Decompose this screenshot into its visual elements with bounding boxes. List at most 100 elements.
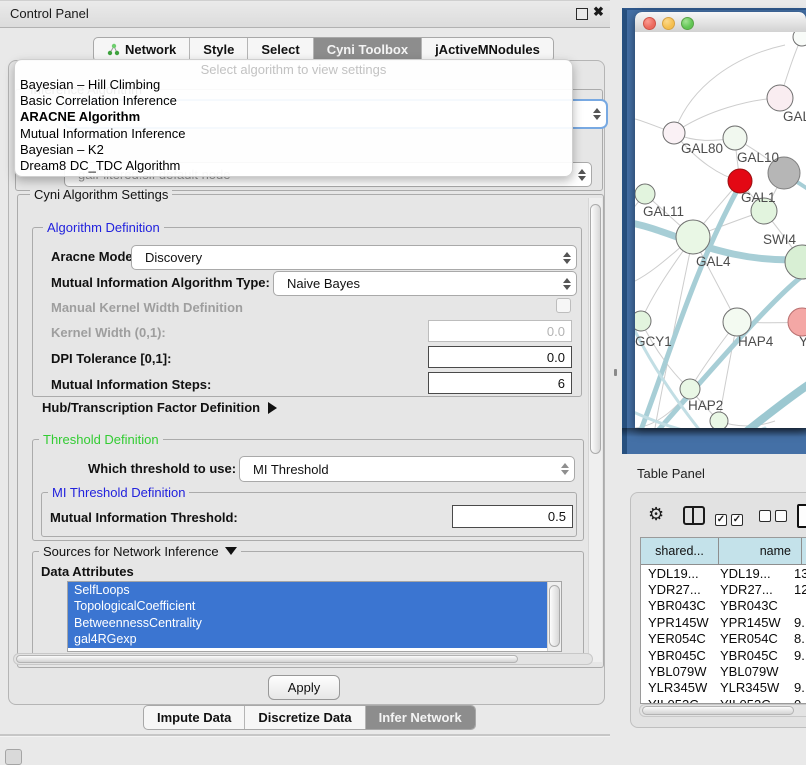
- table-row[interactable]: YDL19...YDL19...13: [641, 565, 806, 581]
- close-window-icon[interactable]: [643, 17, 656, 30]
- node-label: GAL11: [643, 204, 684, 219]
- mi-threshold-field[interactable]: 0.5: [452, 505, 573, 528]
- float-panel-icon[interactable]: [576, 8, 588, 20]
- node-label: GCY1: [635, 334, 672, 349]
- tab-discretize-data[interactable]: Discretize Data: [245, 706, 365, 729]
- sources-title[interactable]: Sources for Network Inference: [39, 544, 241, 559]
- column-header-shared-name[interactable]: shared...: [641, 538, 719, 564]
- tab-style[interactable]: Style: [190, 38, 248, 61]
- table-row[interactable]: YBL079WYBL079W: [641, 663, 806, 679]
- node-hap4[interactable]: [723, 308, 751, 336]
- cyni-algorithm-settings-group: Cyni Algorithm Settings Algorithm Defini…: [17, 194, 604, 668]
- network-graph: GAL GAL80 GAL10 GAL1 GAL11 SWI4 GAL4 GCY…: [635, 32, 806, 428]
- list-item-selected[interactable]: SelfLoops: [68, 582, 547, 598]
- which-threshold-combobox[interactable]: MI Threshold: [239, 456, 575, 482]
- tab-impute-data[interactable]: Impute Data: [144, 706, 245, 729]
- dropdown-option[interactable]: Bayesian – Hill Climbing: [15, 77, 572, 93]
- show-columns-icon[interactable]: [683, 506, 705, 525]
- list-item-selected[interactable]: TopologicalCoefficient: [68, 598, 547, 614]
- table-panel: ⚙ ✓✓ shared... name YDL19...YDL19...13 Y…: [630, 492, 806, 728]
- aracne-mode-combobox[interactable]: Discovery: [131, 245, 577, 270]
- node-label: GAL1: [741, 190, 776, 205]
- mi-algorithm-type-label: Mutual Information Algorithm Type:: [51, 275, 270, 290]
- table-hscrollbar[interactable]: [639, 704, 806, 717]
- settings-scrollbar[interactable]: [588, 198, 602, 662]
- node-swi4[interactable]: [785, 245, 806, 279]
- node[interactable]: [793, 32, 806, 46]
- combo-stepper-icon: [573, 169, 591, 181]
- node-gal10[interactable]: [723, 126, 747, 150]
- settings-group-title: Cyni Algorithm Settings: [30, 187, 172, 202]
- table-row[interactable]: YBR043CYBR043C: [641, 598, 806, 614]
- dpi-tolerance-field[interactable]: 0.0: [428, 346, 572, 368]
- settings-hscrollbar[interactable]: [13, 653, 593, 665]
- table-row[interactable]: YER054CYER054C8.: [641, 631, 806, 647]
- algorithm-definition-title: Algorithm Definition: [43, 220, 164, 235]
- tab-infer-network[interactable]: Infer Network: [366, 706, 475, 729]
- combo-stepper-icon: [558, 278, 576, 290]
- table-row[interactable]: YBR045CYBR045C9.: [641, 647, 806, 663]
- unselect-all-columns-icon[interactable]: [759, 509, 791, 527]
- cyni-bottom-tabs: Impute Data Discretize Data Infer Networ…: [143, 705, 476, 730]
- which-threshold-label: Which threshold to use:: [88, 461, 236, 476]
- manual-kernel-width-checkbox[interactable]: [556, 298, 571, 313]
- node[interactable]: [710, 412, 728, 428]
- tab-jactivemnodules[interactable]: jActiveMNodules: [422, 38, 553, 61]
- node-gcy1[interactable]: [635, 311, 651, 331]
- function-builder-icon[interactable]: [797, 504, 806, 528]
- minimize-window-icon[interactable]: [662, 17, 675, 30]
- dropdown-option[interactable]: Basic Correlation Inference: [15, 93, 572, 109]
- network-icon: [107, 43, 120, 56]
- tab-network-label: Network: [125, 42, 176, 57]
- node-gal11[interactable]: [635, 184, 655, 204]
- node-gal4[interactable]: [676, 220, 710, 254]
- expand-arrow-icon[interactable]: [268, 402, 277, 414]
- node-hap2[interactable]: [680, 379, 700, 399]
- algorithm-dropdown-list: Select algorithm to view settings Bayesi…: [14, 59, 573, 177]
- threshold-definition-title: Threshold Definition: [39, 432, 163, 447]
- combo-stepper-icon: [558, 252, 576, 264]
- dropdown-option[interactable]: Mutual Information Inference: [15, 126, 572, 142]
- select-all-columns-icon[interactable]: ✓✓: [715, 509, 747, 527]
- mi-algorithm-type-combobox[interactable]: Naive Bayes: [273, 271, 577, 296]
- node-label: GAL10: [737, 150, 779, 165]
- table-row[interactable]: YIL052CYIL052C0: [641, 696, 806, 704]
- mi-steps-label: Mutual Information Steps:: [51, 377, 211, 392]
- zoom-window-icon[interactable]: [681, 17, 694, 30]
- node[interactable]: [767, 85, 793, 111]
- hub-definition-toggle[interactable]: Hub/Transcription Factor Definition: [42, 400, 277, 415]
- node-label: SWI4: [763, 232, 796, 247]
- column-header-name[interactable]: name: [719, 538, 802, 564]
- aracne-mode-label: Aracne Mode:: [51, 249, 137, 264]
- network-canvas[interactable]: GAL GAL80 GAL10 GAL1 GAL11 SWI4 GAL4 GCY…: [635, 32, 806, 428]
- dropdown-option[interactable]: Bayesian – K2: [15, 142, 572, 158]
- list-scrollbar[interactable]: [547, 582, 561, 651]
- node[interactable]: [788, 308, 806, 336]
- close-panel-icon[interactable]: ✖: [593, 4, 604, 20]
- minimized-panel-icon[interactable]: [5, 749, 22, 765]
- table-row[interactable]: YDR27...YDR27...12: [641, 581, 806, 597]
- node-attribute-table: shared... name YDL19...YDL19...13 YDR27.…: [640, 537, 806, 704]
- control-panel-header: Control Panel ✖: [0, 0, 610, 28]
- table-row[interactable]: YPR145WYPR145W9.: [641, 614, 806, 630]
- mi-steps-field[interactable]: 6: [428, 372, 572, 394]
- dropdown-option[interactable]: Dream8 DC_TDC Algorithm: [15, 158, 572, 174]
- gear-icon[interactable]: ⚙: [648, 505, 664, 523]
- tab-network[interactable]: Network: [94, 38, 190, 61]
- network-window-titlebar[interactable]: [635, 12, 806, 33]
- apply-button[interactable]: Apply: [268, 675, 340, 700]
- tab-cyni-toolbox[interactable]: Cyni Toolbox: [314, 38, 422, 61]
- table-row[interactable]: YLR345WYLR345W9.: [641, 680, 806, 696]
- combo-stepper-icon: [556, 463, 574, 475]
- tab-select[interactable]: Select: [248, 38, 313, 61]
- panel-splitter-grip[interactable]: [614, 369, 617, 376]
- collapse-arrow-icon[interactable]: [225, 547, 237, 555]
- column-header-extra[interactable]: [802, 538, 806, 564]
- list-item-selected[interactable]: gal4RGexp: [68, 631, 547, 647]
- node-label: HAP2: [688, 398, 723, 413]
- mi-threshold-group: MI Threshold Definition Mutual Informati…: [41, 492, 577, 537]
- list-item-selected[interactable]: BetweennessCentrality: [68, 615, 547, 631]
- kernel-width-field[interactable]: 0.0: [428, 320, 572, 342]
- dropdown-option-highlighted[interactable]: ARACNE Algorithm: [15, 109, 572, 125]
- window-shadow: [622, 428, 806, 437]
